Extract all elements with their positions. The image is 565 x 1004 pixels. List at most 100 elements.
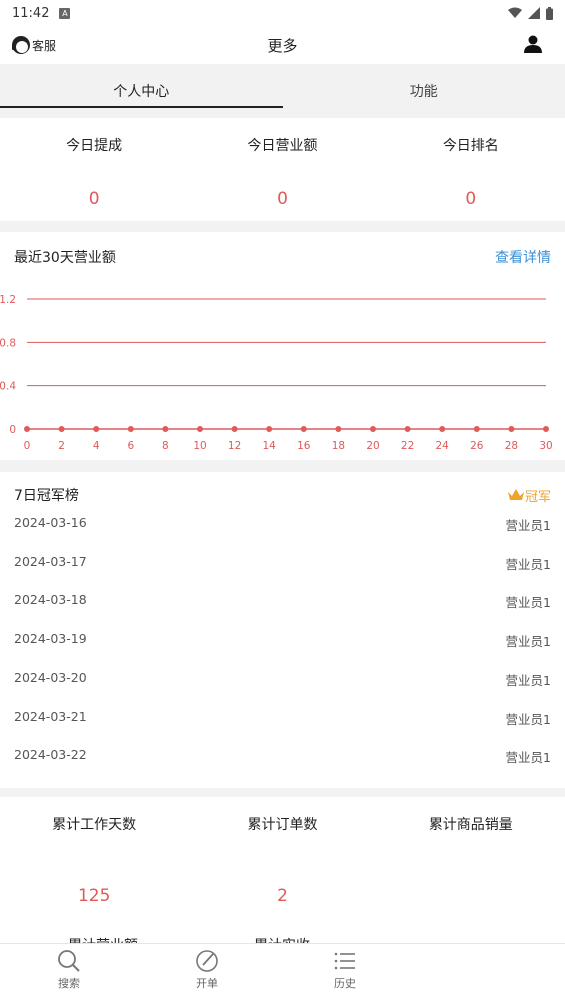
ranking-name: 营业员1	[505, 672, 551, 688]
tab-functions[interactable]: 功能	[283, 64, 565, 118]
nav-label: 历史	[334, 977, 356, 990]
ranking-date: 2024-03-18	[14, 592, 87, 608]
nav-create-order[interactable]: 开单	[138, 944, 276, 1004]
x-tick-label: 0	[24, 440, 31, 452]
ranking-date: 2024-03-16	[14, 515, 87, 530]
data-point	[231, 426, 238, 432]
nav-label: 搜索	[58, 977, 80, 990]
x-tick-label: 10	[193, 440, 206, 452]
stat-value: 0	[277, 189, 288, 209]
user-icon[interactable]	[523, 34, 543, 54]
signal-icon	[528, 7, 540, 19]
x-tick-label: 6	[127, 440, 134, 452]
ranking-row: 2024-03-18 营业员1	[14, 592, 551, 611]
bottom-nav: 搜索 开单 历史	[0, 943, 565, 1004]
champion-badge-label: 冠军	[524, 489, 551, 505]
stat-value: 0	[88, 189, 100, 209]
wifi-icon	[508, 7, 522, 18]
x-tick-label: 18	[332, 440, 345, 452]
view-details-link[interactable]: 查看详情	[495, 247, 551, 267]
today-revenue: 今日营业额 0	[188, 118, 376, 221]
total-label: 累计订单数	[247, 817, 318, 833]
status-time: 11:42	[12, 5, 50, 21]
stat-label: 今日提成	[66, 138, 123, 154]
stat-label: 今日排名	[442, 138, 499, 154]
ranking-name: 营业员1	[505, 518, 551, 533]
data-point	[473, 426, 480, 432]
ranking-row: 2024-03-16 营业员1	[14, 515, 551, 534]
data-point	[335, 426, 342, 432]
total-orders: 累计订单数 2	[188, 797, 376, 906]
today-commission: 今日提成 0	[0, 118, 188, 221]
ranking-date: 2024-03-21	[14, 708, 87, 724]
x-tick-label: 12	[228, 440, 241, 452]
edit-icon	[196, 950, 218, 972]
chart-header: 最近30天营业额 查看详情	[0, 232, 565, 267]
revenue-chart-card: 0 0.4 0.8 1.2 0 2 4 6 8 10 12 14 16 18 20 22 24 26 28 30 最近…	[0, 232, 565, 460]
ranking-name: 营业员1	[505, 634, 551, 650]
ranking-header: 7日冠军榜 冠军	[0, 472, 565, 505]
ranking-date: 2024-03-22	[14, 747, 87, 763]
ranking-row: 2024-03-20 营业员1	[14, 670, 551, 689]
data-point	[508, 426, 515, 432]
ranking-title: 7日冠军榜	[14, 488, 79, 504]
data-point	[162, 426, 169, 432]
x-tick-label: 30	[539, 440, 552, 452]
y-tick-label: 0	[9, 424, 16, 436]
search-icon	[58, 950, 80, 972]
tab-bar: 个人中心 功能	[0, 64, 565, 118]
status-bar: 11:42 A	[0, 0, 565, 26]
ranking-row: 2024-03-22 营业员1	[14, 747, 551, 766]
ranking-name: 营业员1	[505, 750, 551, 766]
x-tick-label: 16	[297, 440, 311, 452]
customer-service-button[interactable]: 客服	[10, 34, 56, 56]
ranking-row: 2024-03-17 营业员1	[14, 554, 551, 573]
today-stats: 今日提成 0 今日营业额 0 今日排名 0	[0, 118, 565, 221]
x-tick-label: 4	[93, 440, 100, 452]
total-label: 累计商品销量	[428, 817, 513, 833]
data-point	[127, 426, 134, 432]
champion-badge: 冠军	[507, 485, 551, 505]
total-value: 2	[277, 886, 288, 906]
ranking-name: 营业员1	[505, 711, 551, 727]
chart-title: 最近30天营业额	[14, 250, 116, 266]
ranking-date: 2024-03-17	[14, 553, 87, 569]
crown-icon	[507, 489, 524, 500]
ranking-name: 营业员1	[505, 556, 551, 572]
data-point	[370, 426, 376, 432]
tab-personal-center[interactable]: 个人中心	[0, 64, 283, 118]
nav-search[interactable]: 搜索	[0, 944, 138, 1004]
totals-card: 累计工作天数 125 累计订单数 2 累计商品销量 累计营业额 累计实收	[0, 797, 565, 954]
champion-ranking-card: 7日冠军榜 冠军 2024-03-16 营业员1 2024-03-17 营业员1 202…	[0, 472, 565, 788]
ranking-row: 2024-03-19 营业员1	[14, 631, 551, 650]
x-tick-label: 24	[436, 440, 450, 452]
data-point	[439, 426, 446, 432]
total-work-days: 累计工作天数 125	[0, 797, 188, 906]
ranking-name: 营业员1	[505, 595, 551, 611]
x-tick-label: 22	[401, 440, 414, 452]
y-tick-label: 1.2	[0, 294, 16, 306]
x-tick-label: 20	[366, 440, 379, 452]
x-tick-label: 2	[58, 440, 65, 452]
y-tick-label: 0.8	[0, 337, 16, 349]
ranking-date: 2024-03-19	[14, 631, 87, 647]
page-title: 更多	[267, 36, 298, 55]
nav-history[interactable]: 历史	[276, 944, 414, 1004]
stat-label: 今日营业额	[247, 138, 318, 154]
today-ranking: 今日排名 0	[377, 118, 565, 221]
customer-service-label: 客服	[32, 38, 57, 53]
ranking-date: 2024-03-20	[14, 669, 87, 685]
x-tick-label: 14	[263, 440, 277, 452]
total-value: 125	[77, 886, 111, 906]
notification-icon: A	[59, 7, 71, 19]
data-point	[58, 426, 65, 432]
top-bar: 客服 更多	[0, 26, 565, 64]
total-items-sold: 累计商品销量	[377, 797, 565, 906]
y-tick-label: 0.4	[0, 381, 16, 393]
total-label: 累计工作天数	[52, 817, 137, 833]
data-point	[300, 426, 307, 432]
data-point	[543, 426, 549, 432]
totals-row: 累计工作天数 125 累计订单数 2 累计商品销量	[0, 797, 565, 906]
data-point	[93, 426, 100, 432]
x-tick-label: 26	[470, 440, 484, 452]
